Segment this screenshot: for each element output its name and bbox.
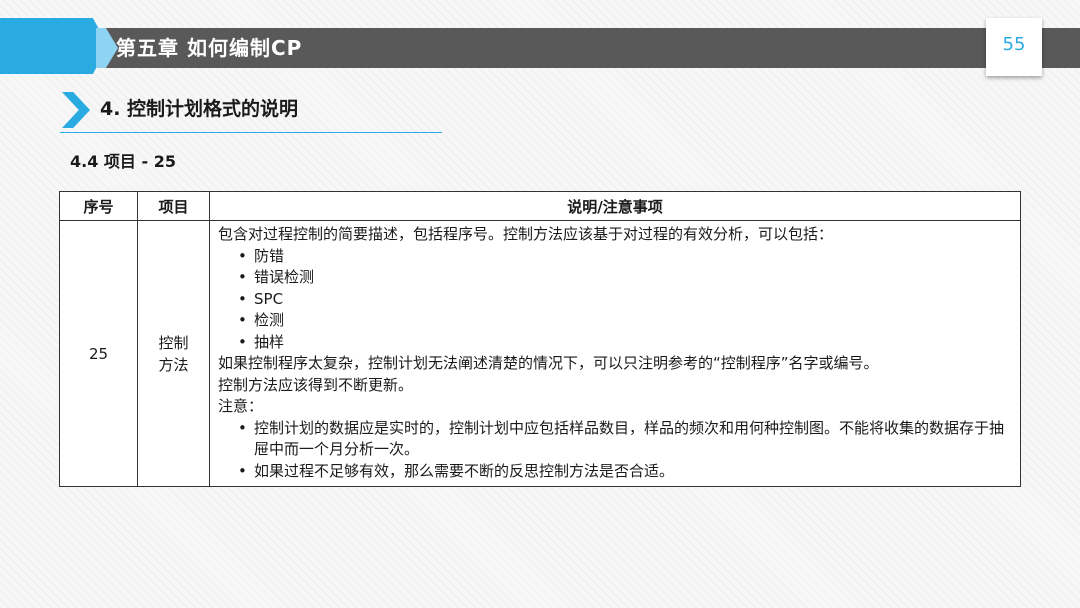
table-row: 25 控制 方法 包含对过程控制的简要描述，包括程序号。控制方法应该基于对过程的… bbox=[59, 220, 1021, 487]
description-intro: 包含对过程控制的简要描述，包括程序号。控制方法应该基于对过程的有效分析，可以包括… bbox=[218, 225, 834, 243]
header-item: 项目 bbox=[137, 191, 210, 221]
section-subtitle: 4.4 项目 - 25 bbox=[70, 152, 176, 171]
description-complex-note: 如果控制程序太复杂，控制计划无法阐述清楚的情况下，可以只注明参考的“控制程序”名… bbox=[218, 354, 879, 372]
row-item-line: 方法 bbox=[158, 355, 189, 374]
chapter-title: 第五章 如何编制CP bbox=[116, 36, 303, 60]
header-number: 序号 bbox=[59, 191, 138, 221]
section-divider bbox=[60, 132, 442, 133]
list-item: 如果过程不足够有效，那么需要不断的反思控制方法是否合适。 bbox=[238, 461, 1014, 483]
table-header-row: 序号 项目 说明/注意事项 bbox=[59, 191, 1021, 221]
spec-table: 序号 项目 说明/注意事项 25 控制 方法 包含对过程控制的简要描述，包括程序… bbox=[59, 191, 1021, 487]
list-item: 控制计划的数据应是实时的，控制计划中应包括样品数目，样品的频次和用何种控制图。不… bbox=[238, 418, 1014, 461]
note-label: 注意： bbox=[218, 397, 264, 415]
header-accent-arrow bbox=[0, 18, 108, 74]
row-item: 控制 方法 bbox=[137, 220, 210, 487]
method-list: 防错 错误检测 SPC 检测 抽样 bbox=[218, 246, 1014, 354]
description-update-note: 控制方法应该得到不断更新。 bbox=[218, 375, 414, 394]
row-item-line: 控制 bbox=[158, 333, 189, 352]
header-description: 说明/注意事项 bbox=[209, 191, 1021, 221]
list-item: SPC bbox=[238, 289, 1014, 311]
row-description: 包含对过程控制的简要描述，包括程序号。控制方法应该基于对过程的有效分析，可以包括… bbox=[209, 220, 1021, 487]
section-title: 4. 控制计划格式的说明 bbox=[100, 98, 299, 120]
row-number: 25 bbox=[59, 220, 138, 487]
chevron-right-icon bbox=[62, 92, 90, 128]
list-item: 检测 bbox=[238, 310, 1014, 332]
note-list: 控制计划的数据应是实时的，控制计划中应包括样品数目，样品的频次和用何种控制图。不… bbox=[218, 418, 1014, 483]
list-item: 错误检测 bbox=[238, 267, 1014, 289]
page-number-badge: 55 bbox=[986, 18, 1042, 76]
list-item: 抽样 bbox=[238, 332, 1014, 354]
list-item: 防错 bbox=[238, 246, 1014, 268]
